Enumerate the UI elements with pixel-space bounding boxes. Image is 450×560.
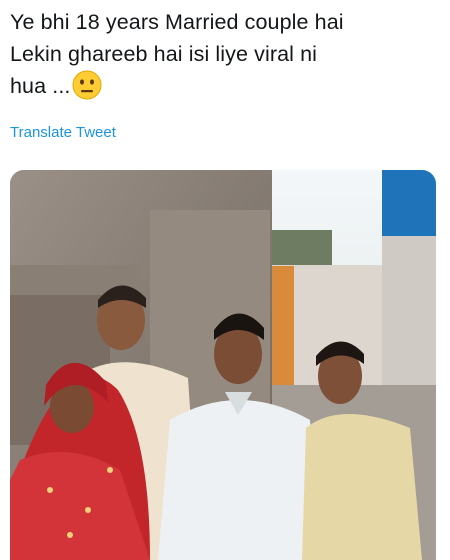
tweet-text: Ye bhi 18 years Married couple hai Lekin… bbox=[10, 6, 442, 102]
tweet-photo[interactable] bbox=[10, 170, 436, 560]
tweet-text-line-3-text: hua ... bbox=[10, 74, 71, 98]
tweet-text-line-3: hua ... bbox=[10, 70, 442, 102]
photo-image-icon bbox=[10, 170, 436, 560]
tweet-text-line-2: Lekin ghareeb hai isi liye viral ni bbox=[10, 42, 318, 66]
neutral-face-emoji-icon bbox=[72, 70, 102, 100]
tweet-text-line-1: Ye bhi 18 years Married couple hai bbox=[10, 10, 344, 34]
translate-tweet-link[interactable]: Translate Tweet bbox=[10, 124, 116, 141]
